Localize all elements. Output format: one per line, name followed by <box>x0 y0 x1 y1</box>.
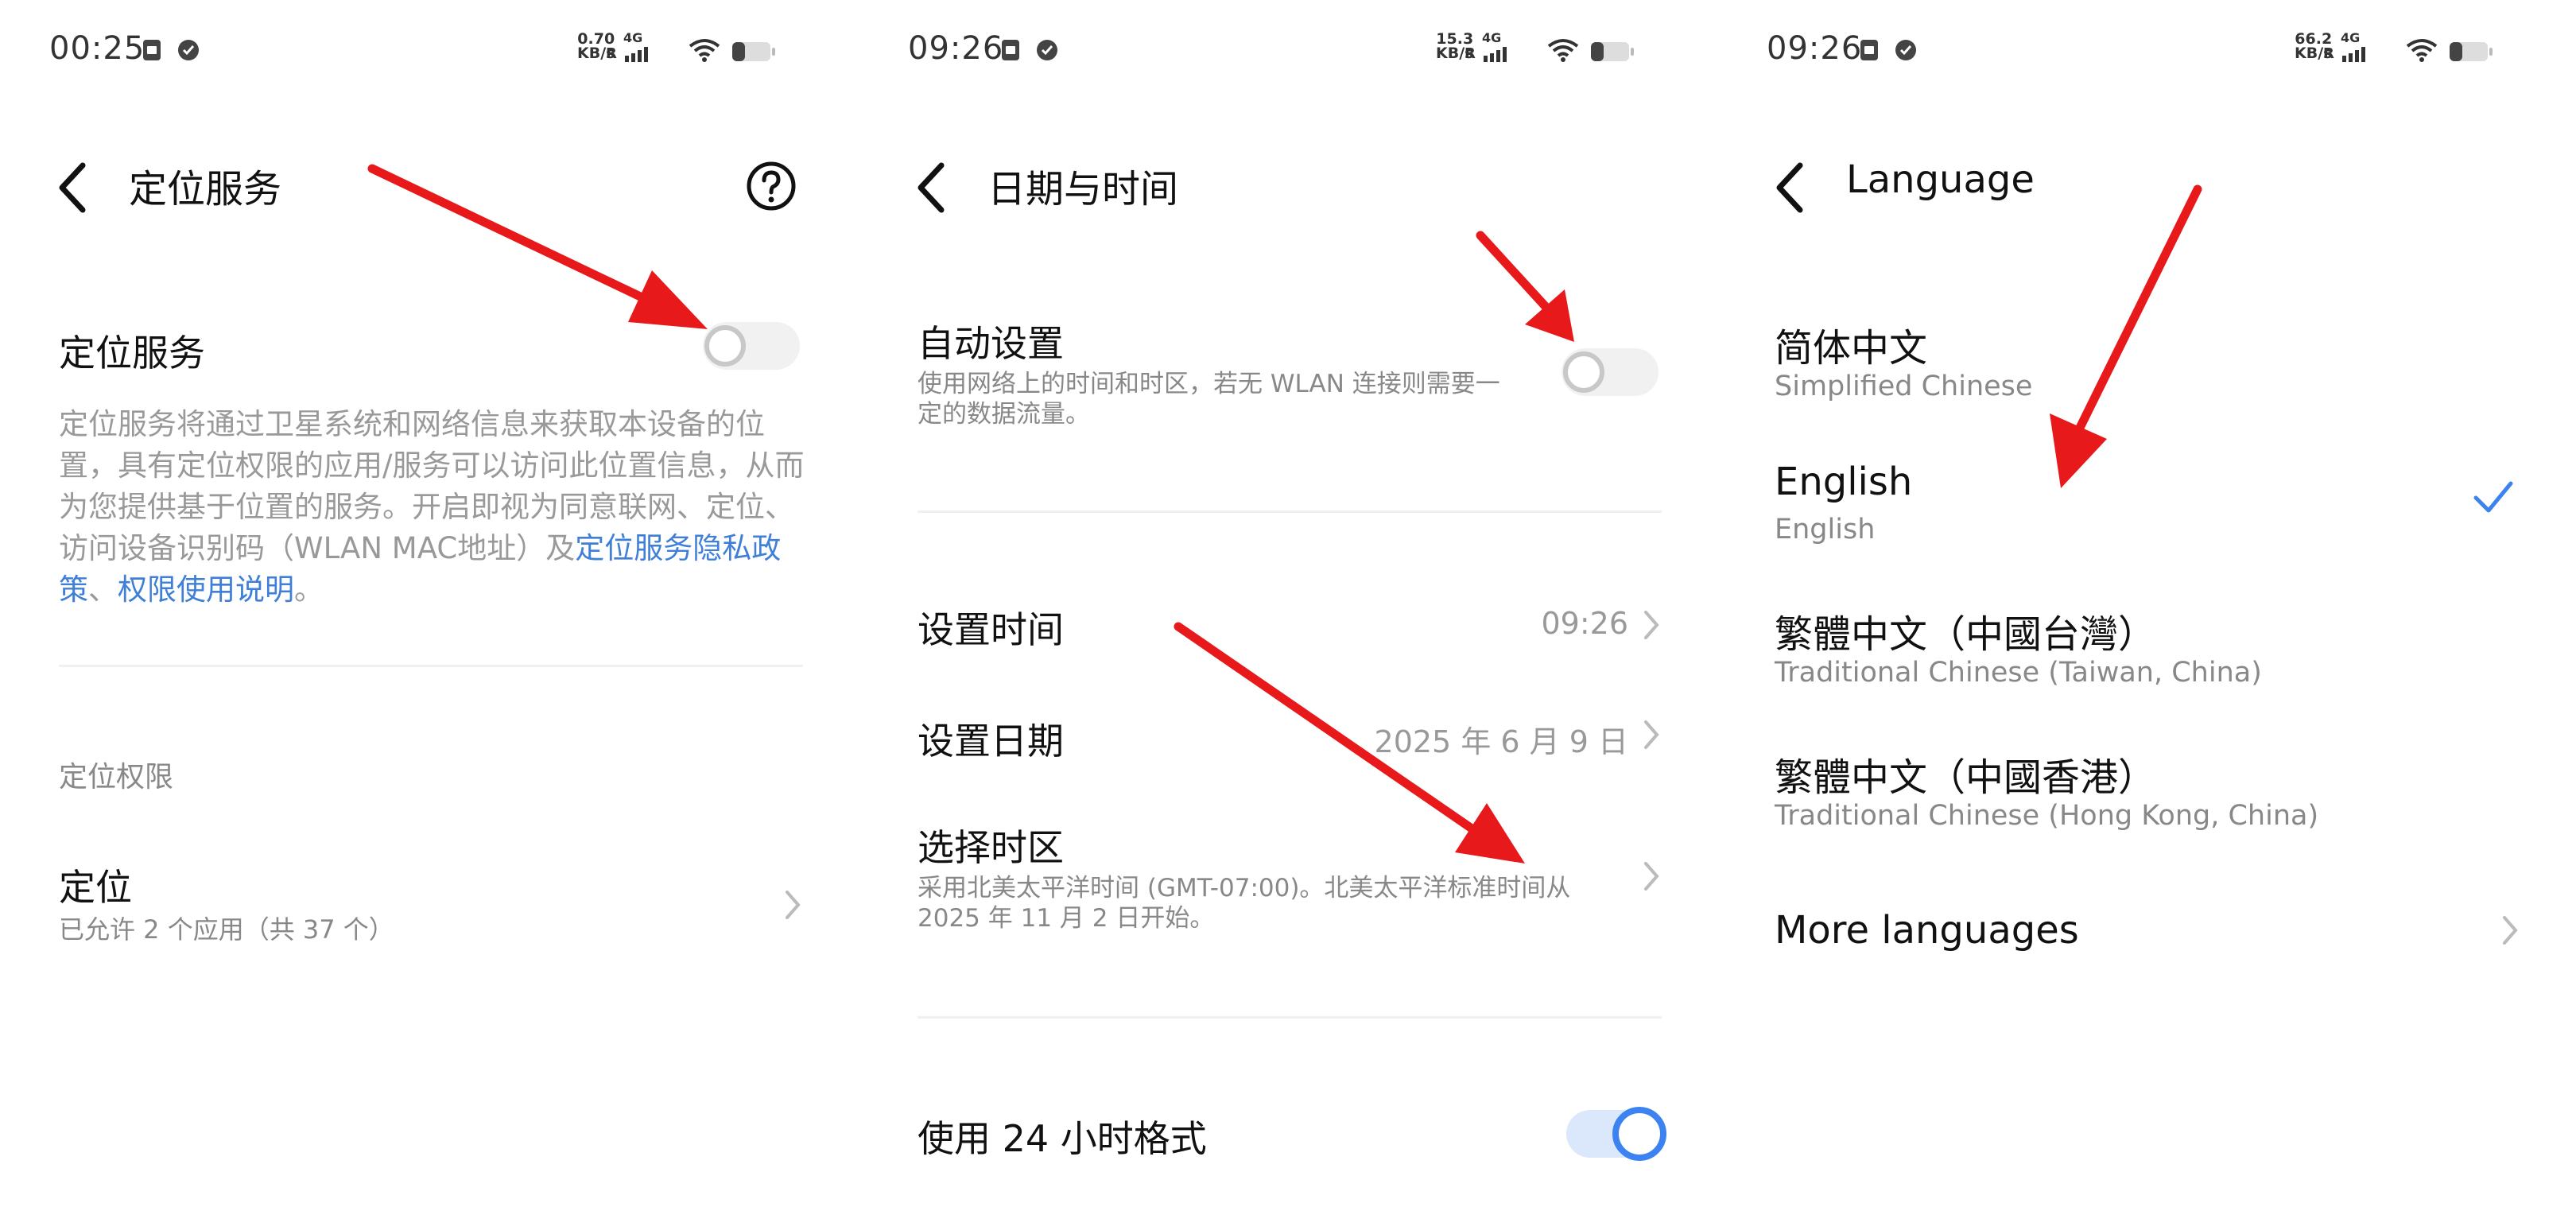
verified-icon <box>1895 40 1916 60</box>
language-name: English <box>1775 460 1913 504</box>
24-hour-format-title: 使用 24 小时格式 <box>918 1117 1207 1160</box>
toggle-knob <box>1563 351 1604 393</box>
language-name: 繁體中文（中國香港） <box>1775 755 2157 800</box>
signal-icon <box>1484 47 1507 62</box>
network-type: 4G <box>623 30 643 45</box>
page-title: 定位服务 <box>129 167 282 212</box>
language-subtitle: Traditional Chinese (Taiwan, China) <box>1775 657 2262 689</box>
signal-icon <box>2342 47 2365 62</box>
timezone-subtitle: 采用北美太平洋时间 (GMT-07:00)。北美太平洋标准时间从 2025 年 … <box>918 874 1571 933</box>
roaming-indicator: R <box>606 45 617 62</box>
timezone-title: 选择时区 <box>918 826 1064 869</box>
back-arrow-icon[interactable] <box>48 156 95 219</box>
set-time-value: 09:26 <box>1541 606 1628 641</box>
battery-icon <box>2450 42 2493 61</box>
location-service-label: 定位服务 <box>59 332 205 375</box>
location-permission-subtitle: 已允许 2 个应用（共 37 个） <box>59 914 394 945</box>
toggle-knob <box>704 325 746 367</box>
back-arrow-icon[interactable] <box>1765 156 1813 219</box>
auto-set-toggle[interactable] <box>1562 348 1658 396</box>
location-service-toggle[interactable] <box>703 322 800 370</box>
verified-icon <box>1037 40 1057 60</box>
chevron-right-icon <box>2503 916 2518 945</box>
location-description: 定位服务将通过卫星系统和网络信息来获取本设备的位置，具有定位权限的应用/服务可以… <box>59 407 805 607</box>
permission-info-link[interactable]: 权限使用说明 <box>118 572 294 607</box>
signal-icon <box>625 47 648 62</box>
roaming-indicator: R <box>2323 45 2334 62</box>
network-type: 4G <box>1482 30 1502 45</box>
language-subtitle: English <box>1775 514 1876 545</box>
language-name: 简体中文 <box>1775 326 1928 371</box>
location-service-screen: 00:25 0.70 KB/s 4G R 定位服务 定位服务 定位服务将通过卫星系… <box>0 0 859 1207</box>
set-date-value: 2025 年 6 月 9 日 <box>1374 724 1628 759</box>
checkmark-icon <box>2473 481 2513 513</box>
page-title: Language <box>1846 157 2035 202</box>
battery-icon <box>1591 42 1634 61</box>
status-time: 00:25 <box>49 30 145 67</box>
wifi-icon <box>1547 39 1579 62</box>
wifi-icon <box>2406 39 2438 62</box>
roaming-indicator: R <box>1465 45 1476 62</box>
sim-card-icon <box>1002 40 1019 60</box>
chevron-right-icon <box>1644 720 1659 749</box>
status-time: 09:26 <box>908 30 1004 67</box>
language-subtitle: Traditional Chinese (Hong Kong, China) <box>1775 800 2319 832</box>
wifi-icon <box>689 39 720 62</box>
chevron-right-icon <box>786 891 801 919</box>
verified-icon <box>178 40 199 60</box>
divider <box>59 665 803 667</box>
divider <box>918 510 1662 513</box>
language-name: 繁體中文（中國台灣） <box>1775 612 2157 657</box>
network-type: 4G <box>2341 30 2361 45</box>
chevron-right-icon <box>1644 611 1659 639</box>
sim-card-icon <box>1860 40 1878 60</box>
sim-card-icon <box>143 40 161 60</box>
auto-set-title: 自动设置 <box>918 322 1064 365</box>
help-icon[interactable] <box>744 159 798 213</box>
24-hour-format-toggle[interactable] <box>1566 1107 1666 1161</box>
language-screen: 09:26 66.2 KB/s 4G R Language 简体中文 Simpli… <box>1717 0 2576 1207</box>
battery-icon <box>732 42 775 61</box>
section-header-permissions: 定位权限 <box>59 761 174 794</box>
set-time-title: 设置时间 <box>918 608 1064 651</box>
status-time: 09:26 <box>1767 30 1863 67</box>
back-arrow-icon[interactable] <box>906 156 954 219</box>
toggle-knob <box>1612 1107 1666 1161</box>
location-permission-title: 定位 <box>59 866 132 909</box>
auto-set-subtitle: 使用网络上的时间和时区，若无 WLAN 连接则需要一定的数据流量。 <box>918 370 1500 429</box>
more-languages-label: More languages <box>1775 908 2079 953</box>
language-subtitle: Simplified Chinese <box>1775 371 2033 402</box>
date-time-screen: 09:26 15.3 KB/s 4G R 日期与时间 自动设置 使用网络上的时间和… <box>859 0 1717 1207</box>
divider <box>918 1016 1662 1019</box>
chevron-right-icon <box>1644 862 1659 891</box>
page-title: 日期与时间 <box>987 167 1179 212</box>
set-date-title: 设置日期 <box>918 720 1064 763</box>
